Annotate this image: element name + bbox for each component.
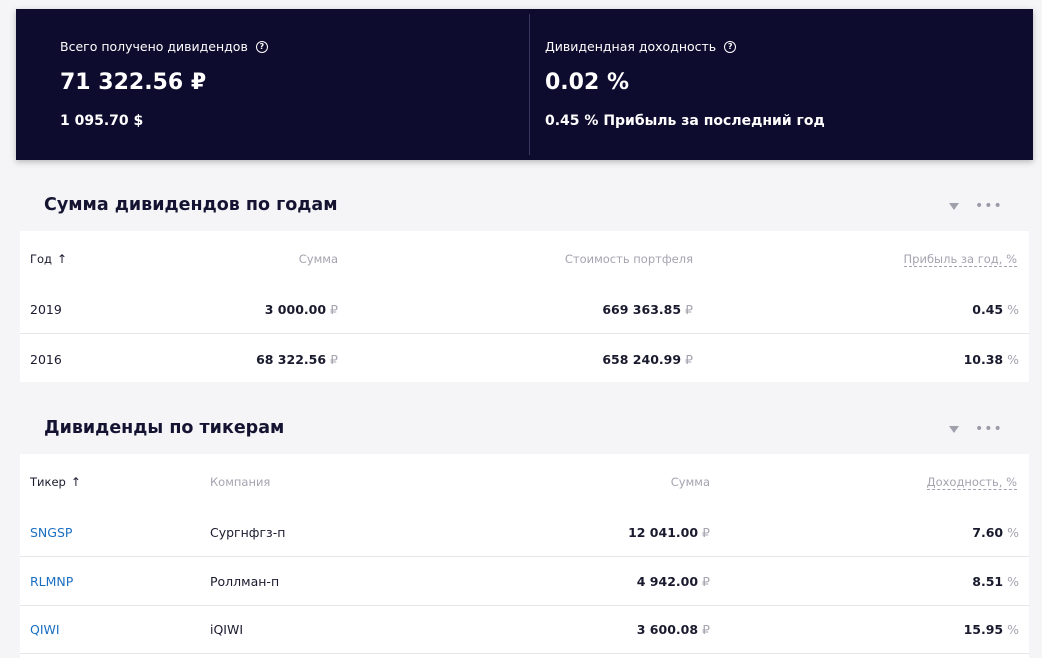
portfolio-cell: 669 363.85 ₽ (602, 302, 693, 317)
column-header-company[interactable]: Компания (210, 458, 270, 506)
sum-cell: 3 000.00 ₽ (264, 302, 338, 317)
portfolio-cell: 658 240.99 ₽ (602, 351, 693, 367)
company-cell: Роллман-п (210, 574, 280, 589)
company-cell: iQIWI (210, 622, 244, 637)
column-header-year[interactable]: Год ↑ (30, 235, 67, 283)
summary-banner: Всего получено дивидендов ? 71 322.56 ₽ … (16, 9, 1033, 160)
by-ticker-tools: ••• (949, 422, 1003, 436)
year-cell: 2016 (30, 351, 62, 367)
table-row: RLMNP Роллман-п 4 942.00 ₽ 8.51% (20, 558, 1029, 606)
profit-cell: 0.45% (972, 302, 1019, 317)
by-ticker-title: Дивиденды по тикерам (44, 418, 285, 438)
column-header-ticker[interactable]: Тикер ↑ (30, 458, 81, 506)
more-icon[interactable]: ••• (975, 422, 1003, 436)
sum-cell: 12 041.00 ₽ (628, 525, 710, 540)
filter-icon[interactable] (949, 202, 959, 210)
sum-cell: 4 942.00 ₽ (636, 574, 710, 589)
dividend-yield-subtext: 0.45 % Прибыль за последний год (545, 113, 825, 129)
yield-cell: 8.51% (972, 574, 1019, 589)
table-row: SNGSP Сургнфгз-п 12 041.00 ₽ 7.60% (20, 509, 1029, 557)
help-icon[interactable]: ? (724, 40, 737, 53)
sort-asc-icon[interactable]: ↑ (57, 252, 67, 266)
yield-cell: 15.95% (963, 622, 1019, 637)
column-header-sum[interactable]: Сумма (671, 458, 710, 506)
table-header-row: Год ↑ Сумма Стоимость портфеля Прибыль за… (20, 235, 1029, 283)
column-header-profit[interactable]: Прибыль за год, % (903, 235, 1017, 283)
year-cell: 2019 (30, 302, 62, 317)
ticker-link[interactable]: SNGSP (30, 509, 72, 556)
company-cell: Сургнфгз-п (210, 525, 286, 540)
table-row: QIWI iQIWI 3 600.08 ₽ 15.95% (20, 606, 1029, 654)
total-dividends-rub: 71 322.56 ₽ (60, 70, 207, 95)
column-header-portfolio[interactable]: Стоимость портфеля (565, 235, 693, 283)
by-year-table: Год ↑ Сумма Стоимость портфеля Прибыль за… (20, 231, 1029, 382)
ticker-link[interactable]: RLMNP (30, 558, 73, 605)
by-ticker-table: Тикер ↑ Компания Сумма Доходность, % SNGS… (20, 454, 1029, 658)
more-icon[interactable]: ••• (975, 199, 1003, 213)
total-dividends-label: Всего получено дивидендов (60, 39, 248, 54)
sum-cell: 68 322.56 ₽ (256, 351, 338, 367)
summary-divider (529, 14, 530, 155)
column-header-yield[interactable]: Доходность, % (926, 458, 1017, 506)
by-year-title: Сумма дивидендов по годам (44, 195, 338, 215)
column-header-sum[interactable]: Сумма (299, 235, 338, 283)
total-dividends-usd: 1 095.70 $ (60, 113, 144, 129)
table-row: 2016 68 322.56 ₽ 658 240.99 ₽ 10.38% (20, 335, 1029, 383)
table-row: 2019 3 000.00 ₽ 669 363.85 ₽ 0.45% (20, 286, 1029, 334)
filter-icon[interactable] (949, 425, 959, 433)
ticker-link[interactable]: QIWI (30, 606, 60, 653)
sort-asc-icon[interactable]: ↑ (71, 475, 81, 489)
profit-cell: 10.38% (963, 351, 1019, 367)
help-icon[interactable]: ? (255, 40, 268, 53)
by-year-tools: ••• (949, 199, 1003, 213)
dividend-yield-value: 0.02 % (545, 70, 629, 95)
table-header-row: Тикер ↑ Компания Сумма Доходность, % (20, 458, 1029, 506)
yield-cell: 7.60% (972, 525, 1019, 540)
sum-cell: 3 600.08 ₽ (636, 622, 710, 637)
dividend-yield-label: Дивидендная доходность (545, 39, 717, 54)
